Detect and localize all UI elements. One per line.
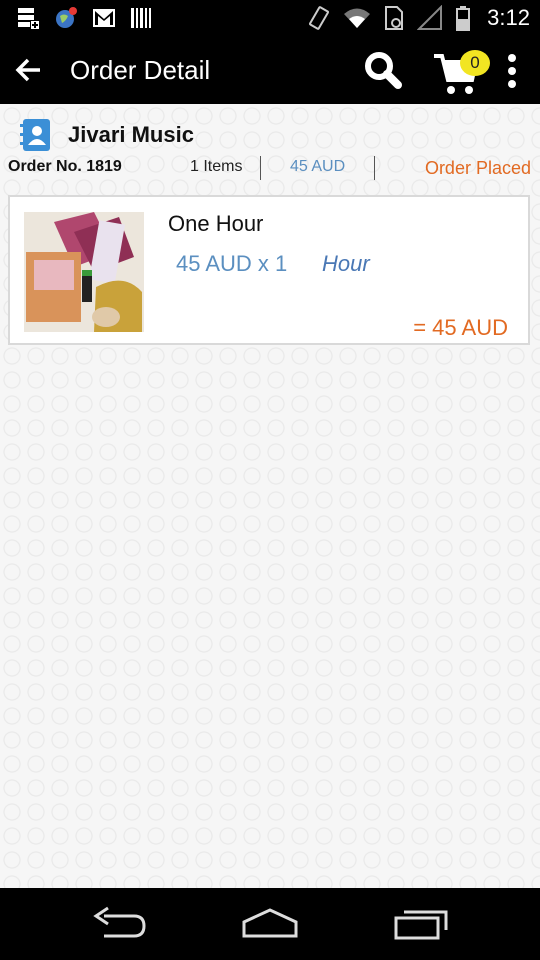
vibrate-icon (309, 6, 330, 30)
menu-dot (508, 80, 516, 88)
search-icon (365, 52, 402, 89)
product-unit: Hour (322, 251, 370, 276)
navigation-bar (0, 888, 540, 960)
nav-back-icon (93, 906, 146, 938)
contact-book-icon (20, 119, 50, 151)
back-arrow-icon (15, 58, 40, 82)
order-number: Order No. 1819 (8, 158, 122, 175)
order-status: Order Placed (424, 158, 531, 178)
battery-icon (456, 6, 471, 31)
order-detail-content: Jivari Music Order No. 1819 1 Items 45 A… (0, 104, 540, 888)
search-button[interactable] (362, 50, 408, 92)
divider (374, 156, 375, 180)
product-name: One Hour (168, 211, 264, 236)
shop-header: Jivari Music (20, 118, 194, 152)
gmail-icon (93, 9, 115, 27)
action-bar: Order Detail 0 (0, 38, 540, 104)
globe-icon (56, 7, 77, 28)
nav-recents-button[interactable] (392, 906, 452, 942)
storage-icon (18, 8, 39, 29)
item-count: 1 Items (190, 158, 243, 175)
nav-recents-icon (394, 910, 448, 940)
menu-dot (508, 54, 516, 62)
page-title: Order Detail (70, 55, 211, 85)
clock: 3:12 (487, 5, 530, 30)
cart-count-badge: 0 (460, 50, 490, 76)
product-image (24, 212, 144, 332)
line-item-card[interactable]: One Hour 45 AUD x 1 Hour = 45 AUD (8, 195, 530, 345)
nav-back-button[interactable] (90, 906, 150, 942)
product-price-qty: 45 AUD x 1 (176, 251, 288, 276)
wifi-icon (344, 8, 371, 28)
sim-icon (385, 6, 404, 30)
menu-dot (508, 67, 516, 75)
shop-name: Jivari Music (68, 122, 194, 147)
nav-home-button[interactable] (240, 906, 300, 942)
nav-home-icon (242, 908, 298, 938)
status-bar: 3:12 (0, 0, 540, 38)
signal-icon (417, 5, 443, 30)
divider (260, 156, 261, 180)
order-total: 45 AUD (290, 158, 346, 175)
product-subtotal: = 45 AUD (413, 315, 508, 340)
product-photo (24, 212, 144, 332)
overflow-menu-button[interactable] (500, 50, 524, 92)
back-button[interactable] (8, 50, 48, 90)
barcode-icon (131, 8, 151, 28)
cart-button[interactable]: 0 (432, 48, 492, 96)
